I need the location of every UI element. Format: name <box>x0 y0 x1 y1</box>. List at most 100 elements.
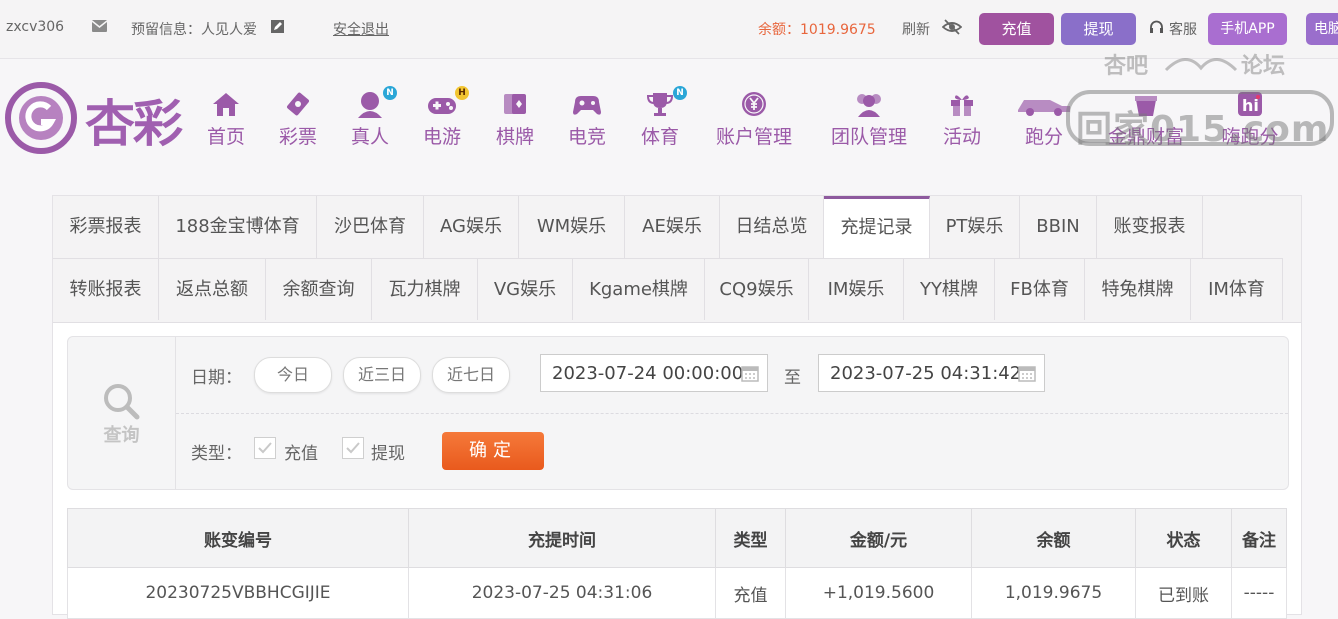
record-time: 2023-07-25 04:31:06 <box>408 567 716 619</box>
tab-wm[interactable]: WM娱乐 <box>519 196 625 258</box>
tab-saba-sports[interactable]: 沙巴体育 <box>317 196 424 258</box>
tab-tetu-cards[interactable]: 特兔棋牌 <box>1085 258 1191 320</box>
headset-icon[interactable] <box>1149 20 1164 38</box>
eye-off-icon[interactable] <box>941 19 963 39</box>
nav-cards[interactable]: 棋牌 <box>494 90 536 149</box>
lottery-icon <box>287 92 309 116</box>
mail-icon[interactable] <box>91 20 108 36</box>
tab-im-sports[interactable]: IM体育 <box>1191 258 1283 320</box>
nav-team[interactable]: 团队管理 <box>826 90 912 149</box>
table-header-row: 账变编号 充提时间 类型 金额/元 余额 状态 备注 <box>67 508 1287 568</box>
nav-label: 真人 <box>350 126 389 148</box>
nav-label: 团队管理 <box>830 126 907 148</box>
gamepad-icon <box>428 98 456 114</box>
date-label: 日期： <box>191 368 242 388</box>
tab-im[interactable]: IM娱乐 <box>809 258 904 320</box>
last-3-days-button[interactable]: 近三日 <box>343 357 421 393</box>
tab-pt[interactable]: PT娱乐 <box>930 196 1020 258</box>
tab-ae[interactable]: AE娱乐 <box>625 196 720 258</box>
pc-button[interactable]: 电脑 <box>1306 13 1338 45</box>
customer-service-link[interactable]: 客服 <box>1169 19 1197 39</box>
recharge-button[interactable]: 充值 <box>979 13 1054 45</box>
cards-icon <box>504 94 526 114</box>
check-icon <box>258 442 272 454</box>
logout-link[interactable]: 安全退出 <box>333 19 389 39</box>
check-icon <box>346 442 360 454</box>
nav-label: 体育 <box>640 126 679 148</box>
col-amount: 金额/元 <box>785 508 972 568</box>
withdraw-button[interactable]: 提现 <box>1061 13 1136 45</box>
reserved-info: 预留信息：人见人爱 <box>131 22 257 38</box>
controller-icon <box>573 96 601 115</box>
live-dealer-icon <box>358 92 382 118</box>
start-date-value: 2023-07-24 00:00:00 <box>552 363 744 384</box>
new-badge: N <box>673 86 687 100</box>
nav-live[interactable]: N 真人 <box>349 86 397 149</box>
tab-rebate-total[interactable]: 返点总额 <box>159 258 266 320</box>
tab-vg[interactable]: VG娱乐 <box>478 258 573 320</box>
nav-activity[interactable]: 活动 <box>941 90 983 149</box>
tab-wali-cards[interactable]: 瓦力棋牌 <box>372 258 478 320</box>
home-icon <box>213 93 239 116</box>
nav-esports[interactable]: 电竞 <box>566 90 608 149</box>
report-panel: 彩票报表 188金宝博体育 沙巴体育 AG娱乐 WM娱乐 AE娱乐 日结总览 充… <box>52 195 1302 619</box>
record-id: 20230725VBBHCGIJIE <box>67 567 409 619</box>
recharge-type-label: 充值 <box>284 444 318 464</box>
record-remark: ----- <box>1231 567 1287 619</box>
edit-icon[interactable] <box>271 20 284 37</box>
tab-account-change[interactable]: 账变报表 <box>1097 196 1203 258</box>
recharge-checkbox[interactable] <box>254 437 276 459</box>
start-date-input[interactable]: 2023-07-24 00:00:00 <box>540 354 768 392</box>
table-row: 20230725VBBHCGIJIE 2023-07-25 04:31:06 充… <box>67 567 1287 619</box>
report-tabs: 彩票报表 188金宝博体育 沙巴体育 AG娱乐 WM娱乐 AE娱乐 日结总览 充… <box>53 196 1301 323</box>
nav-label: 彩票 <box>278 126 317 148</box>
nav-account[interactable]: 账户管理 <box>711 90 797 149</box>
withdraw-type-label: 提现 <box>371 444 405 464</box>
car-icon <box>1018 100 1070 116</box>
nav-lottery[interactable]: 彩票 <box>277 90 319 149</box>
logo-emblem-icon <box>5 82 77 154</box>
nav-paofen[interactable]: 跑分 <box>1014 90 1074 149</box>
record-amount: +1,019.5600 <box>785 567 972 619</box>
nav-label: 电竞 <box>567 126 606 148</box>
nav-label: 电游 <box>422 126 461 148</box>
tab-fb-sports[interactable]: FB体育 <box>995 258 1085 320</box>
last-7-days-button[interactable]: 近七日 <box>432 357 510 393</box>
end-date-value: 2023-07-25 04:31:42 <box>830 363 1022 384</box>
nav-label: 跑分 <box>1024 126 1063 148</box>
col-remark: 备注 <box>1231 508 1287 568</box>
confirm-button[interactable]: 确定 <box>442 432 544 470</box>
logo-text: 杏彩 <box>85 95 183 153</box>
col-balance: 余额 <box>971 508 1136 568</box>
tab-deposit-withdraw[interactable]: 充提记录 <box>824 196 930 258</box>
record-balance: 1,019.9675 <box>971 567 1136 619</box>
forum-watermark: 杏吧 论坛 回家015.com <box>1066 48 1336 152</box>
query-button[interactable]: 查询 <box>68 337 176 489</box>
tab-kgame-cards[interactable]: Kgame棋牌 <box>573 258 705 320</box>
nav-egames[interactable]: H 电游 <box>421 86 469 149</box>
type-label: 类型： <box>191 444 242 464</box>
tab-ag[interactable]: AG娱乐 <box>424 196 519 258</box>
watermark-domain: 回家015.com <box>1076 109 1330 150</box>
tab-transfer-report[interactable]: 转账报表 <box>53 258 159 320</box>
withdraw-checkbox[interactable] <box>342 437 364 459</box>
to-label: 至 <box>784 368 801 388</box>
tab-balance-query[interactable]: 余额查询 <box>266 258 372 320</box>
records-table: 账变编号 充提时间 类型 金额/元 余额 状态 备注 20230725VBBHC… <box>67 508 1287 619</box>
mobile-app-button[interactable]: 手机APP <box>1208 13 1287 45</box>
end-date-input[interactable]: 2023-07-25 04:31:42 <box>818 354 1045 392</box>
col-time: 充提时间 <box>408 508 716 568</box>
tab-bbin[interactable]: BBIN <box>1020 196 1097 258</box>
tab-daily-overview[interactable]: 日结总览 <box>720 196 824 258</box>
nav-label: 账户管理 <box>715 126 792 148</box>
hot-badge: H <box>455 86 469 100</box>
tab-188-sports[interactable]: 188金宝博体育 <box>159 196 317 258</box>
refresh-link[interactable]: 刷新 <box>902 19 930 39</box>
tab-lottery-report[interactable]: 彩票报表 <box>53 196 159 258</box>
nav-sports[interactable]: N 体育 <box>639 86 687 149</box>
nav-home[interactable]: 首页 <box>205 90 247 149</box>
tab-yy-cards[interactable]: YY棋牌 <box>904 258 995 320</box>
tab-cq9[interactable]: CQ9娱乐 <box>705 258 809 320</box>
col-status: 状态 <box>1135 508 1232 568</box>
today-button[interactable]: 今日 <box>254 357 332 393</box>
